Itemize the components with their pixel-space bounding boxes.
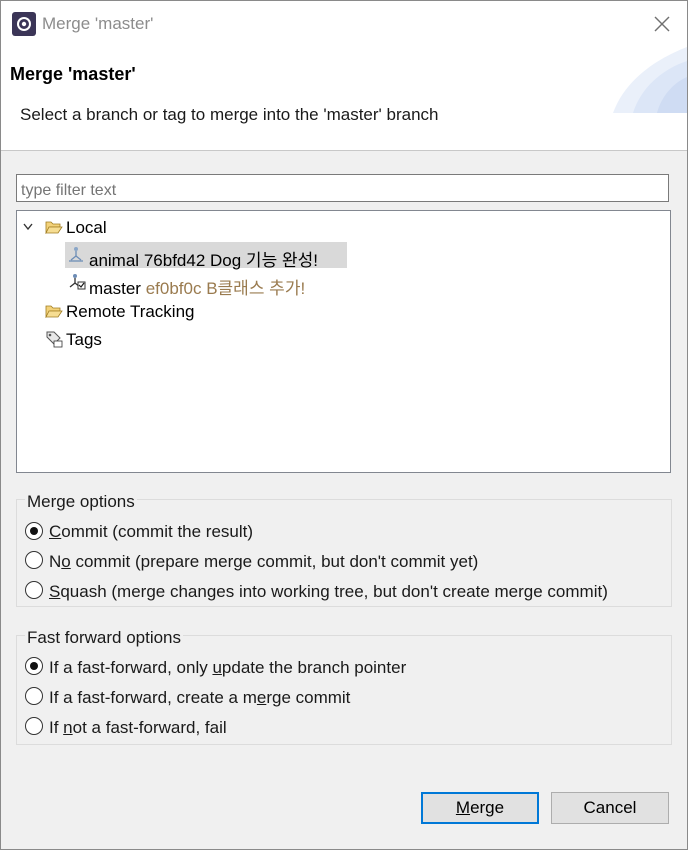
filter-input[interactable] (16, 174, 669, 202)
tree-node-remote-tracking[interactable]: Remote Tracking (21, 298, 321, 324)
chevron-down-icon[interactable] (23, 223, 33, 231)
branch-name: animal (89, 251, 140, 270)
folder-open-icon (45, 221, 63, 234)
commit-id: 76bfd42 (143, 251, 206, 270)
branch-name: master (89, 279, 141, 298)
window-title: Merge 'master' (42, 14, 154, 33)
merge-options-title: Merge options (25, 492, 137, 512)
no-ff-option-label[interactable]: If not a fast-forward, fail (49, 718, 227, 738)
dialog-banner: Merge 'master' Select a branch or tag to… (1, 47, 687, 151)
tree-node-tags[interactable]: Tags (21, 326, 321, 352)
no-commit-radio[interactable] (25, 551, 43, 569)
eclipse-app-icon (12, 12, 36, 36)
tree-branch-animal[interactable]: animal 76bfd42 Dog 기능 완성! (65, 242, 347, 270)
folder-open-icon (45, 305, 63, 318)
close-icon[interactable] (649, 11, 675, 37)
ff-merge-radio[interactable] (25, 687, 43, 705)
commit-id: ef0bf0c (145, 279, 202, 298)
banner-description: Select a branch or tag to merge into the… (20, 105, 439, 124)
tree-branch-master[interactable]: master ef0bf0c B클래스 추가! (65, 270, 365, 298)
tags-icon (46, 331, 63, 348)
ff-only-radio[interactable] (25, 657, 43, 675)
checked-out-branch-icon (69, 274, 86, 290)
cancel-button[interactable]: Cancel (551, 792, 669, 824)
ff-merge-option-label[interactable]: If a fast-forward, create a merge commit (49, 688, 350, 708)
merge-button[interactable]: Merge (421, 792, 539, 824)
no-commit-option-label[interactable]: No commit (prepare merge commit, but don… (49, 552, 478, 572)
tree-label-local: Local (66, 218, 107, 237)
commit-option-label[interactable]: Commit (commit the result) (49, 522, 253, 542)
squash-option-label[interactable]: Squash (merge changes into working tree,… (49, 582, 608, 602)
tree-label-tags: Tags (66, 330, 102, 349)
merge-dialog: Merge 'master' Merge 'master' Select a b… (0, 0, 688, 850)
no-ff-radio[interactable] (25, 717, 43, 735)
banner-title: Merge 'master' (10, 64, 136, 84)
tree-label-remote-tracking: Remote Tracking (66, 302, 195, 321)
fast-forward-options-title: Fast forward options (25, 628, 184, 648)
ff-only-option-label[interactable]: If a fast-forward, only update the branc… (49, 658, 406, 678)
title-bar: Merge 'master' (1, 1, 687, 47)
commit-message: Dog 기능 완성! (210, 251, 318, 270)
squash-radio[interactable] (25, 581, 43, 599)
branch-tree[interactable]: Local animal 76bfd42 Dog 기능 완성! master e… (16, 210, 671, 473)
commit-message: B클래스 추가! (206, 279, 306, 298)
tree-node-local[interactable]: Local (21, 214, 321, 240)
branch-icon (69, 247, 83, 262)
banner-decoration-image (613, 47, 687, 113)
commit-radio[interactable] (25, 522, 43, 540)
